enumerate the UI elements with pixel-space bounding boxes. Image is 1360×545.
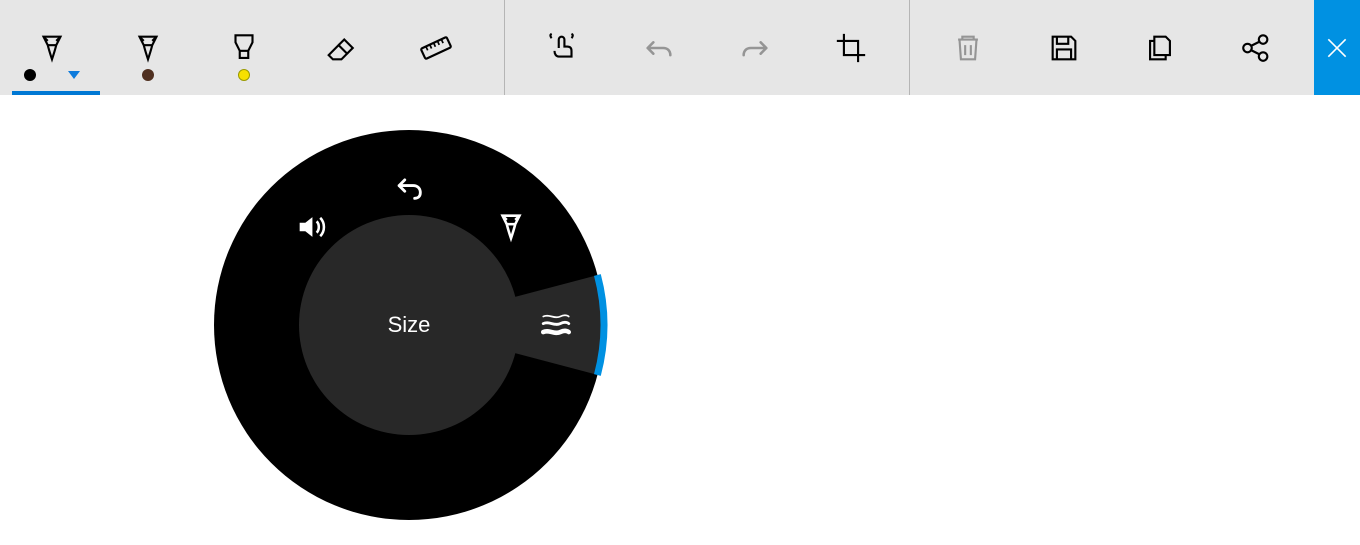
ballpoint-pen-button[interactable] bbox=[4, 0, 100, 95]
redo-button[interactable] bbox=[707, 0, 803, 95]
copy-icon bbox=[1143, 31, 1177, 65]
close-button[interactable] bbox=[1314, 0, 1360, 95]
delete-button[interactable] bbox=[920, 0, 1016, 95]
chevron-down-icon[interactable] bbox=[68, 71, 80, 79]
highlighter-button[interactable] bbox=[196, 0, 292, 95]
dial-option-volume[interactable] bbox=[294, 210, 328, 244]
touch-writing-button[interactable] bbox=[515, 0, 611, 95]
pencil-button[interactable] bbox=[100, 0, 196, 95]
touch-writing-icon bbox=[546, 31, 580, 65]
eraser-icon bbox=[323, 31, 357, 65]
pencil-icon bbox=[131, 31, 165, 65]
eraser-button[interactable] bbox=[292, 0, 388, 95]
save-button[interactable] bbox=[1016, 0, 1112, 95]
close-icon bbox=[1324, 35, 1350, 61]
highlighter-icon bbox=[227, 31, 261, 65]
surface-dial-menu[interactable]: Size bbox=[209, 125, 609, 525]
crop-button[interactable] bbox=[803, 0, 899, 95]
color-swatch-black bbox=[24, 69, 36, 81]
undo-icon bbox=[642, 31, 676, 65]
redo-icon bbox=[738, 31, 772, 65]
save-icon bbox=[1047, 31, 1081, 65]
toolbar bbox=[0, 0, 1360, 95]
share-button[interactable] bbox=[1208, 0, 1304, 95]
color-swatch-yellow bbox=[238, 69, 250, 81]
ballpoint-pen-icon bbox=[35, 31, 69, 65]
share-icon bbox=[1239, 31, 1273, 65]
active-indicator bbox=[12, 91, 100, 95]
toolbar-section-edit bbox=[505, 0, 910, 95]
undo-button[interactable] bbox=[611, 0, 707, 95]
dial-option-pen[interactable] bbox=[494, 210, 528, 244]
undo-icon bbox=[392, 168, 426, 206]
ruler-icon bbox=[419, 31, 453, 65]
size-icon bbox=[539, 306, 573, 344]
crop-icon bbox=[834, 31, 868, 65]
toolbar-section-pens bbox=[0, 0, 505, 95]
dial-center-label: Size bbox=[388, 312, 431, 338]
pen-icon bbox=[494, 210, 528, 244]
toolbar-section-file bbox=[910, 0, 1314, 95]
dial-option-undo[interactable] bbox=[392, 170, 426, 204]
ruler-button[interactable] bbox=[388, 0, 484, 95]
trash-icon bbox=[951, 31, 985, 65]
color-swatch-brown bbox=[142, 69, 154, 81]
volume-icon bbox=[294, 210, 328, 244]
copy-button[interactable] bbox=[1112, 0, 1208, 95]
dial-option-size[interactable] bbox=[539, 308, 573, 342]
